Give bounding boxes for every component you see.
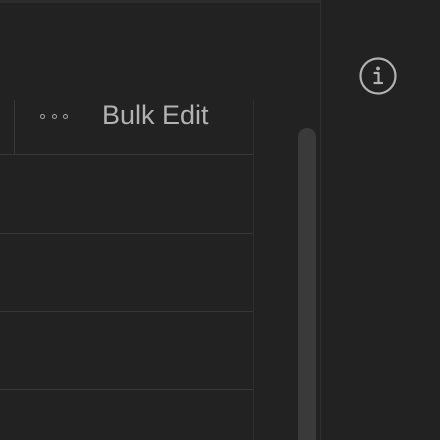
table-row-divider (0, 311, 253, 312)
table-row-divider (0, 154, 253, 155)
more-options-button[interactable] (40, 108, 68, 124)
info-icon[interactable] (358, 56, 398, 96)
table-row-divider (0, 389, 253, 390)
more-dot-icon (51, 113, 57, 119)
vertical-scrollbar-thumb[interactable] (298, 128, 316, 440)
header-column-divider (14, 100, 15, 154)
table-row-divider (0, 233, 253, 234)
table-area: Bulk Edit (0, 0, 320, 440)
bulk-edit-button[interactable]: Bulk Edit (102, 99, 209, 131)
column-divider (253, 100, 254, 440)
more-dot-icon (63, 113, 68, 119)
app-window: Bulk Edit (0, 0, 440, 440)
more-dot-icon (40, 113, 45, 119)
